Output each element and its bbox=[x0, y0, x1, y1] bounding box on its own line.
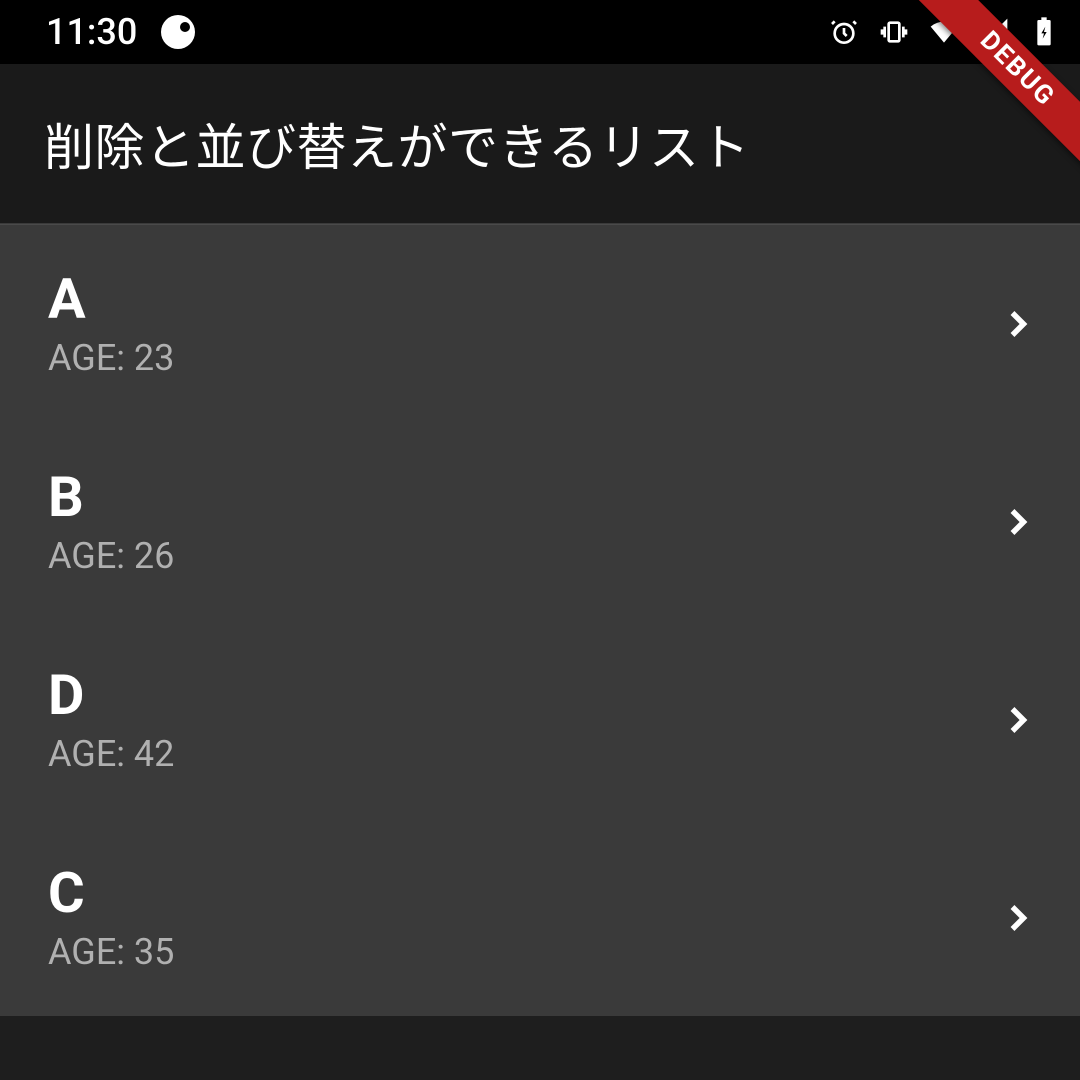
list-item[interactable]: D AGE: 42 bbox=[0, 621, 1080, 819]
item-subtitle: AGE: 23 bbox=[48, 337, 174, 379]
item-title: A bbox=[48, 269, 174, 331]
battery-charging-icon bbox=[1028, 16, 1060, 48]
item-subtitle: AGE: 42 bbox=[48, 733, 174, 775]
vibrate-icon bbox=[878, 16, 910, 48]
user-avatar-icon bbox=[161, 15, 195, 49]
clock-time: 11:30 bbox=[46, 11, 137, 53]
list-item-content: B AGE: 26 bbox=[48, 467, 174, 577]
list-container: A AGE: 23 B AGE: 26 D AGE: 42 C AGE: 35 bbox=[0, 224, 1080, 1017]
status-bar: 11:30 bbox=[0, 0, 1080, 64]
list-item[interactable]: B AGE: 26 bbox=[0, 423, 1080, 621]
app-bar: 削除と並び替えができるリスト bbox=[0, 64, 1080, 224]
list-item-content: C AGE: 35 bbox=[48, 863, 174, 973]
item-title: D bbox=[48, 665, 174, 727]
list-item-content: D AGE: 42 bbox=[48, 665, 174, 775]
navigation-bar bbox=[0, 1016, 1080, 1080]
page-title: 削除と並び替えができるリスト bbox=[44, 108, 750, 180]
chevron-right-icon bbox=[996, 698, 1040, 742]
list-item[interactable]: A AGE: 23 bbox=[0, 225, 1080, 423]
item-subtitle: AGE: 35 bbox=[48, 931, 174, 973]
item-subtitle: AGE: 26 bbox=[48, 535, 174, 577]
item-title: B bbox=[48, 467, 174, 529]
status-left: 11:30 bbox=[46, 11, 195, 53]
alarm-icon bbox=[828, 16, 860, 48]
chevron-right-icon bbox=[996, 302, 1040, 346]
chevron-right-icon bbox=[996, 896, 1040, 940]
chevron-right-icon bbox=[996, 500, 1040, 544]
item-title: C bbox=[48, 863, 174, 925]
list-item-content: A AGE: 23 bbox=[48, 269, 174, 379]
list-item[interactable]: C AGE: 35 bbox=[0, 819, 1080, 1017]
